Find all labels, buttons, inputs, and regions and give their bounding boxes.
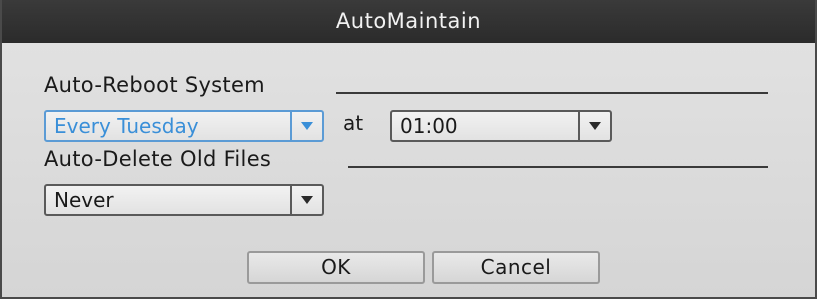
dialog-title: AutoMaintain <box>2 0 815 43</box>
auto-delete-label: Auto-Delete Old Files <box>44 147 272 171</box>
chevron-down-icon <box>301 122 313 130</box>
ok-button[interactable]: OK <box>247 251 425 284</box>
delete-files-select[interactable]: Never <box>44 184 324 216</box>
reboot-time-dropdown-button[interactable] <box>578 112 610 140</box>
cancel-button[interactable]: Cancel <box>432 251 600 284</box>
chevron-down-icon <box>589 122 601 130</box>
chevron-down-icon <box>301 196 313 204</box>
auto-reboot-divider <box>336 92 768 94</box>
automaintain-dialog: AutoMaintain Auto-Reboot System Every Tu… <box>0 0 817 299</box>
at-label: at <box>343 111 364 135</box>
reboot-time-select[interactable]: 01:00 <box>390 110 612 142</box>
reboot-time-value: 01:00 <box>400 114 458 138</box>
delete-files-dropdown-button[interactable] <box>290 186 322 214</box>
delete-files-value: Never <box>54 188 114 212</box>
auto-delete-divider <box>348 166 768 168</box>
reboot-day-dropdown-button[interactable] <box>290 112 322 140</box>
reboot-day-select[interactable]: Every Tuesday <box>44 110 324 142</box>
auto-reboot-label: Auto-Reboot System <box>44 73 265 97</box>
reboot-day-value: Every Tuesday <box>54 114 199 138</box>
